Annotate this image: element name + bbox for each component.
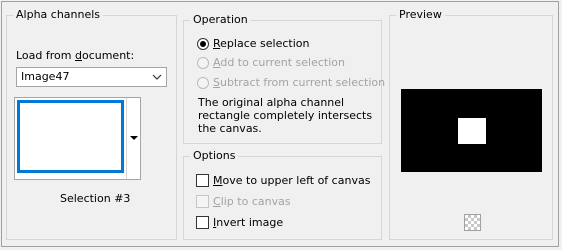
load-from-document-label: Load from document: (16, 49, 135, 62)
document-select-value: Image47 (21, 70, 70, 83)
preview-title: Preview (396, 8, 445, 22)
transparency-checker-icon[interactable] (464, 214, 481, 231)
options-title: Options (190, 149, 239, 163)
invert-image-checkbox[interactable] (196, 216, 209, 229)
alpha-channels-title: Alpha channels (13, 8, 104, 22)
clip-to-canvas-label[interactable]: Clip to canvas (213, 195, 291, 209)
operation-title: Operation (190, 13, 251, 27)
preview-selection (458, 118, 486, 144)
intersection-message: The original alpha channel rectangle com… (198, 96, 373, 135)
subtract-from-selection-label[interactable]: Subtract from current selection (213, 76, 385, 90)
replace-selection-radio[interactable] (197, 38, 209, 50)
move-upper-left-checkbox[interactable] (196, 174, 209, 187)
document-select[interactable]: Image47 (16, 67, 167, 87)
alpha-channel-thumbnail-picker[interactable] (14, 97, 141, 180)
alpha-channel-thumbnail[interactable] (17, 100, 124, 173)
subtract-from-selection-radio[interactable] (197, 77, 209, 89)
move-upper-left-label[interactable]: Move to upper left of canvas (213, 174, 370, 188)
add-to-selection-radio[interactable] (197, 57, 209, 69)
thumbnail-dropdown-button[interactable] (126, 98, 140, 179)
add-to-selection-label[interactable]: Add to current selection (213, 56, 345, 70)
dropdown-arrow-icon (130, 136, 138, 140)
clip-to-canvas-checkbox[interactable] (196, 195, 209, 208)
replace-selection-label[interactable]: Replace selection (213, 37, 309, 51)
invert-image-label[interactable]: Invert image (213, 216, 283, 230)
thumbnail-caption: Selection #3 (60, 192, 131, 205)
chevron-down-icon (152, 74, 162, 80)
